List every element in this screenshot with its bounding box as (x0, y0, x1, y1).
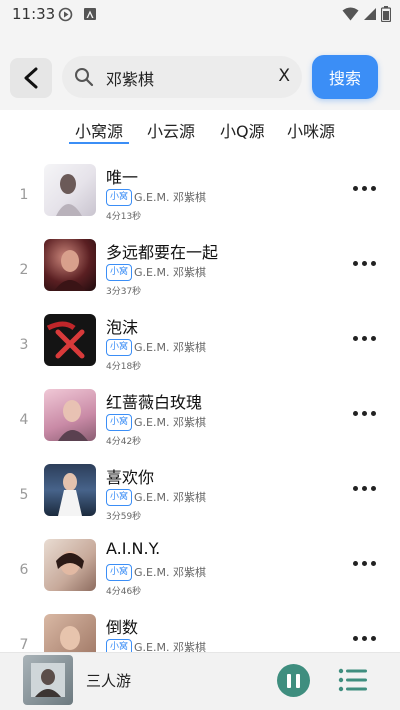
album-cover (44, 239, 96, 291)
song-title: A.I.N.Y. (106, 539, 161, 558)
pause-button[interactable] (277, 664, 310, 697)
source-badge: 小窝 (106, 264, 133, 281)
source-badge: 小窝 (106, 564, 133, 581)
song-artist: G.E.M. 邓紫棋 (134, 416, 206, 429)
tab-xiaomi[interactable]: 小咪源 (287, 118, 335, 142)
song-row[interactable]: 6 A.I.N.Y. 小窝 G.E.M. 邓紫棋 4分46秒 (0, 539, 400, 614)
more-options-button[interactable] (346, 478, 382, 498)
back-button[interactable] (10, 58, 52, 98)
source-badge: 小窝 (106, 489, 133, 506)
song-index: 4 (19, 412, 29, 428)
song-duration: 3分59秒 (106, 512, 142, 522)
song-index: 2 (19, 262, 29, 278)
more-options-button[interactable] (346, 628, 382, 648)
song-index: 1 (19, 187, 29, 203)
wifi-icon (342, 7, 359, 21)
now-playing-bar[interactable]: 三人游 (0, 652, 400, 710)
now-playing-title: 三人游 (86, 672, 132, 690)
song-artist: G.E.M. 邓紫棋 (134, 266, 206, 279)
song-artist: G.E.M. 邓紫棋 (134, 341, 206, 354)
album-cover (44, 314, 96, 366)
source-badge: 小窝 (106, 339, 133, 356)
song-index: 7 (19, 637, 29, 653)
song-title: 倒数 (106, 618, 139, 637)
media-play-icon (58, 7, 73, 22)
song-artist: G.E.M. 邓紫棋 (134, 191, 206, 204)
search-input[interactable]: 邓紫棋 X (62, 56, 302, 98)
song-artist: G.E.M. 邓紫棋 (134, 491, 206, 504)
song-row[interactable]: 2 多远都要在一起 小窝 G.E.M. 邓紫棋 3分37秒 (0, 239, 400, 314)
pause-icon (287, 673, 291, 688)
song-row[interactable]: 5 喜欢你 小窝 G.E.M. 邓紫棋 3分59秒 (0, 464, 400, 539)
song-duration: 4分46秒 (106, 587, 142, 597)
search-query: 邓紫棋 (106, 70, 155, 89)
song-duration: 4分42秒 (106, 437, 142, 447)
song-index: 5 (19, 487, 29, 503)
signal-icon (364, 8, 376, 20)
tab-xiaowo[interactable]: 小窝源 (75, 118, 123, 142)
playlist-icon[interactable] (338, 667, 368, 693)
song-duration: 4分13秒 (106, 212, 142, 222)
song-row[interactable]: 4 红蔷薇白玫瑰 小窝 G.E.M. 邓紫棋 4分42秒 (0, 389, 400, 464)
song-row[interactable]: 1 唯一 小窝 G.E.M. 邓紫棋 4分13秒 (0, 164, 400, 239)
clear-button[interactable]: X (278, 66, 290, 86)
song-title: 唯一 (106, 168, 139, 187)
more-options-button[interactable] (346, 553, 382, 573)
song-index: 3 (19, 337, 29, 353)
song-title: 多远都要在一起 (106, 243, 219, 262)
source-tabs: 小窝源 小云源 小Q源 小咪源 (0, 110, 400, 146)
song-title: 喜欢你 (106, 468, 155, 487)
song-duration: 3分37秒 (106, 287, 142, 297)
status-bar: 11:33 (0, 0, 400, 28)
album-cover (44, 539, 96, 591)
notification-app-icon (84, 8, 96, 20)
battery-icon (381, 6, 391, 22)
song-index: 6 (19, 562, 29, 578)
search-header: 邓紫棋 X 搜索 (0, 28, 400, 110)
search-icon (75, 68, 94, 87)
tab-xiaoyun[interactable]: 小云源 (147, 118, 195, 142)
back-arrow-icon (24, 67, 38, 89)
more-options-button[interactable] (346, 178, 382, 198)
song-title: 泡沫 (106, 318, 139, 337)
status-time: 11:33 (12, 5, 56, 23)
search-button[interactable]: 搜索 (312, 55, 378, 99)
album-cover (44, 164, 96, 216)
more-options-button[interactable] (346, 253, 382, 273)
song-duration: 4分18秒 (106, 362, 142, 372)
now-playing-cover (23, 655, 73, 705)
song-title: 红蔷薇白玫瑰 (106, 393, 203, 412)
song-artist: G.E.M. 邓紫棋 (134, 566, 206, 579)
source-badge: 小窝 (106, 189, 133, 206)
song-row[interactable]: 3 泡沫 小窝 G.E.M. 邓紫棋 4分18秒 (0, 314, 400, 389)
active-tab-indicator (69, 142, 129, 144)
more-options-button[interactable] (346, 328, 382, 348)
album-cover (44, 464, 96, 516)
more-options-button[interactable] (346, 403, 382, 423)
source-badge: 小窝 (106, 414, 133, 431)
album-cover (44, 389, 96, 441)
tab-xiaoq[interactable]: 小Q源 (220, 118, 265, 142)
